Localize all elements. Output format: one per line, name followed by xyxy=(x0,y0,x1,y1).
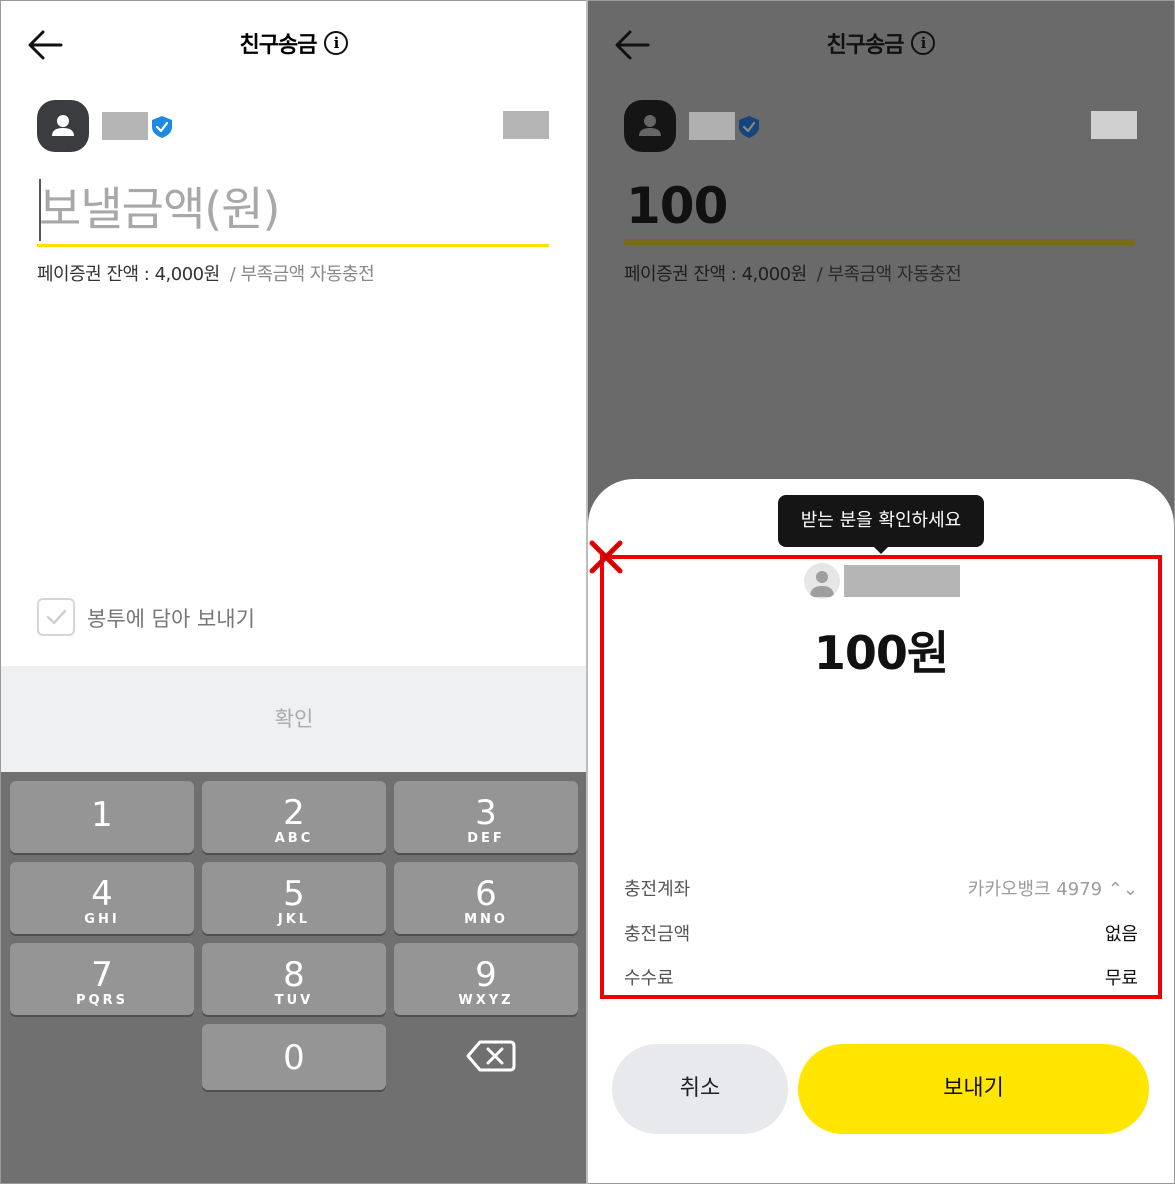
amount-underline xyxy=(624,239,1135,245)
avatar xyxy=(37,100,89,152)
auto-charge-text: / 부족금액 자동충전 xyxy=(816,264,962,285)
row-value: 무료 xyxy=(1104,968,1138,989)
key-3[interactable]: 3 DEF xyxy=(394,781,578,853)
key-1[interactable]: 1 xyxy=(10,781,194,853)
key-8[interactable]: 8 TUV xyxy=(202,943,386,1015)
amount-input[interactable]: 보낼금액(원) xyxy=(37,173,549,247)
auto-charge-text: / 부족금액 자동충전 xyxy=(229,264,375,285)
key-number: 5 xyxy=(283,874,305,914)
numeric-keypad: 1 2 ABC 3 DEF 4 GHI 5 JKL 6 MNO 7 PQRS 8 TUV 9W… xyxy=(1,772,587,1183)
recipient-name-masked xyxy=(689,112,735,140)
avatar xyxy=(804,563,840,599)
person-icon xyxy=(810,571,834,597)
row-label: 충전금액 xyxy=(624,924,691,945)
balance-info: 페이증권 잔액 : 4,000원 / 부족금액 자동충전 xyxy=(624,260,962,286)
amount-value: 100 xyxy=(626,177,728,235)
left-screen: 친구송금 i 보낼금액(원) 페이증권 잔액 : 4,000원 / 부족금액 자동충… xyxy=(1,1,587,1183)
key-number: 8 xyxy=(283,955,305,995)
key-5[interactable]: 5 JKL xyxy=(202,862,386,934)
amount-total: 100원 xyxy=(813,626,949,680)
key-0[interactable]: 0 xyxy=(202,1024,386,1090)
amount-placeholder: 보낼금액(원) xyxy=(39,182,280,236)
row-label: 수수료 xyxy=(624,968,674,989)
key-letters: TUV xyxy=(274,993,314,1008)
recipient-name-masked xyxy=(102,112,148,140)
key-letters: WXYZ xyxy=(458,993,514,1008)
key-number: 0 xyxy=(283,1038,305,1078)
balance-text: 페이증권 잔액 : 4,000원 xyxy=(37,264,220,285)
page-title: 친구송금 xyxy=(239,33,318,58)
person-icon xyxy=(52,115,74,136)
header: 친구송금 i xyxy=(588,27,1174,59)
envelope-label: 봉투에 담아 보내기 xyxy=(87,607,255,631)
key-number: 3 xyxy=(475,793,497,833)
key-letters: GHI xyxy=(84,912,120,927)
balance-info: 페이증권 잔액 : 4,000원 / 부족금액 자동충전 xyxy=(37,260,375,286)
info-icon[interactable]: i xyxy=(911,31,936,55)
key-number: 2 xyxy=(283,793,305,833)
send-button[interactable]: 보내기 xyxy=(798,1044,1149,1134)
key-number: 6 xyxy=(475,874,497,914)
row-value: 카카오뱅크 4979 ⌃⌄ xyxy=(967,879,1138,900)
key-letters: ABC xyxy=(274,831,314,846)
key-number: 4 xyxy=(91,874,113,914)
cancel-button[interactable]: 취소 xyxy=(612,1044,788,1134)
page-title: 친구송금 xyxy=(826,33,905,58)
account-info-masked xyxy=(1091,111,1137,139)
person-icon xyxy=(639,115,661,136)
header: 친구송금 i xyxy=(1,27,587,59)
verified-badge-icon xyxy=(152,116,172,138)
tooltip: 받는 분을 확인하세요 xyxy=(778,495,984,547)
key-number: 7 xyxy=(91,955,113,995)
backspace-icon[interactable] xyxy=(460,1036,520,1076)
row-value: 없음 xyxy=(1104,924,1138,945)
key-letters: PQRS xyxy=(76,993,128,1008)
envelope-checkbox[interactable] xyxy=(37,598,75,636)
info-icon[interactable]: i xyxy=(324,31,349,55)
tooltip-arrow xyxy=(873,546,889,554)
balance-text: 페이증권 잔액 : 4,000원 xyxy=(624,264,807,285)
check-icon xyxy=(46,609,67,625)
account-info-masked xyxy=(503,111,549,139)
key-letters: MNO xyxy=(464,912,508,927)
key-4[interactable]: 4 GHI xyxy=(10,862,194,934)
key-9[interactable]: 9 WXYZ xyxy=(394,943,578,1015)
right-screen: 친구송금 i 100 페이증권 잔액 : 4,000원 / 부족금액 자동충전 받는… xyxy=(588,1,1174,1183)
red-x-icon xyxy=(589,540,623,574)
key-letters: DEF xyxy=(467,831,505,846)
amount-input[interactable]: 100 xyxy=(624,173,1136,247)
verified-badge-icon xyxy=(739,116,759,138)
confirm-bottom-sheet: 받는 분을 확인하세요 100원 충전계좌 카카오뱅크 4979 ⌃⌄ 충전금액… xyxy=(588,479,1174,1183)
key-6[interactable]: 6 MNO xyxy=(394,862,578,934)
key-letters: JKL xyxy=(277,912,311,927)
row-label: 충전계좌 xyxy=(624,879,691,900)
key-number: 9 xyxy=(475,955,497,995)
confirm-button[interactable]: 확인 xyxy=(1,666,587,772)
avatar xyxy=(624,100,676,152)
key-7[interactable]: 7 PQRS xyxy=(10,943,194,1015)
recipient-name-masked xyxy=(844,565,960,597)
key-2[interactable]: 2 ABC xyxy=(202,781,386,853)
key-number: 1 xyxy=(91,795,113,835)
